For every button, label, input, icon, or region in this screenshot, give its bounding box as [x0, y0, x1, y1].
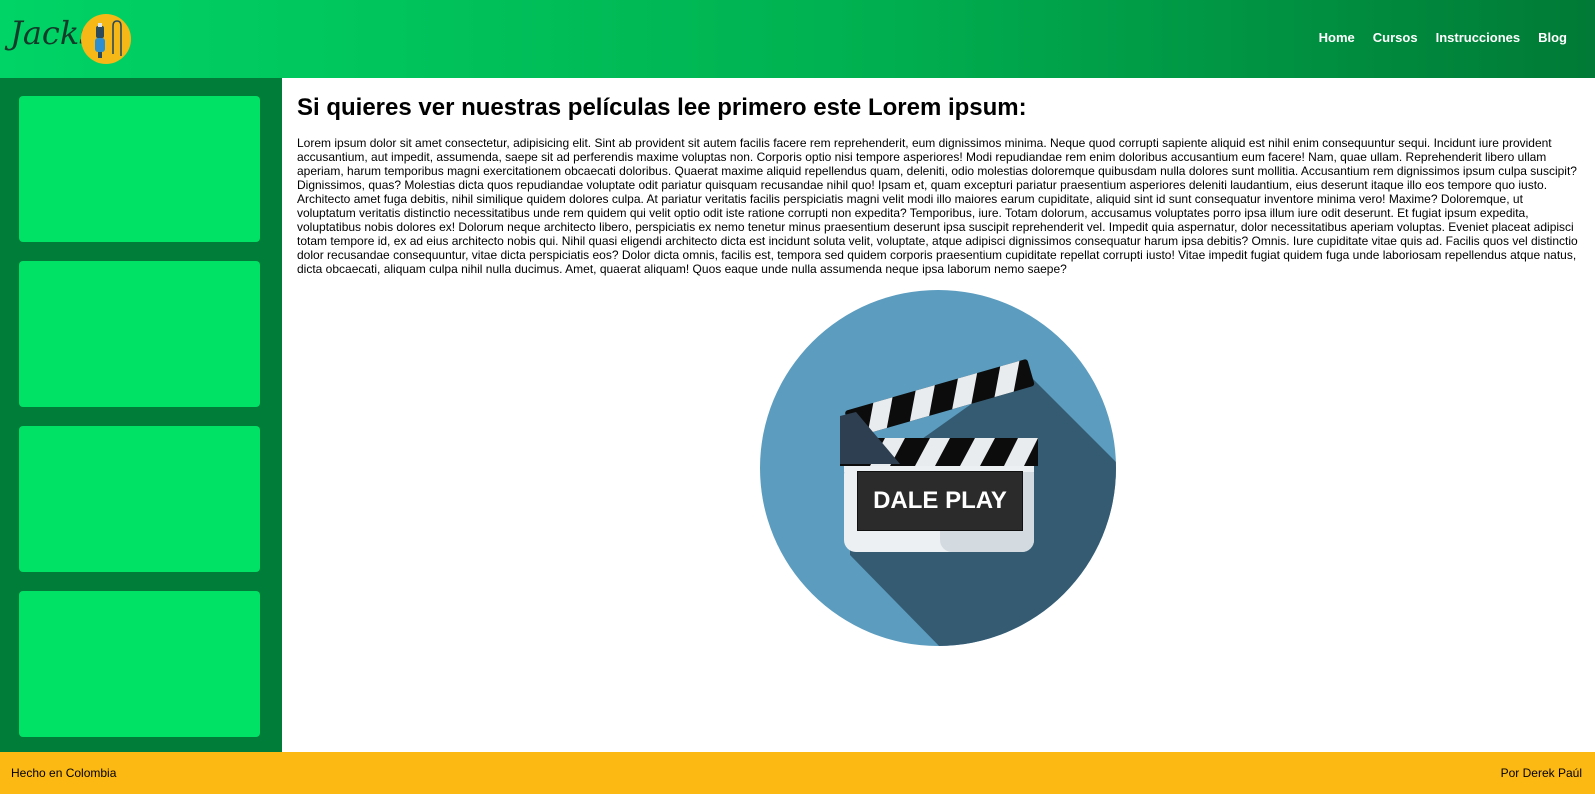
site-footer: Hecho en Colombia Por Derek Paúl — [0, 752, 1595, 794]
sidebar-card[interactable] — [19, 591, 260, 737]
site-header: Jacks Home Cursos Instrucciones Blog — [0, 0, 1595, 78]
footer-author: Por Derek Paúl — [1500, 766, 1582, 780]
nav-blog[interactable]: Blog — [1538, 30, 1567, 45]
footer-made-in: Hecho en Colombia — [11, 766, 117, 780]
nav-home[interactable]: Home — [1319, 30, 1355, 45]
guitar-cable-icon[interactable] — [81, 14, 131, 64]
main-nav: Home Cursos Instrucciones Blog — [1319, 30, 1567, 45]
play-button[interactable]: DALE PLAY — [760, 290, 1116, 646]
nav-cursos[interactable]: Cursos — [1373, 30, 1418, 45]
sidebar-card[interactable] — [19, 426, 260, 572]
main-content: Si quieres ver nuestras películas lee pr… — [297, 78, 1581, 276]
clapperboard-icon — [760, 290, 1116, 646]
page-title: Si quieres ver nuestras películas lee pr… — [297, 94, 1027, 121]
sidebar-card[interactable] — [19, 261, 260, 407]
sidebar-card[interactable] — [19, 96, 260, 242]
sidebar — [0, 78, 282, 752]
intro-paragraph: Lorem ipsum dolor sit amet consectetur, … — [297, 136, 1578, 276]
nav-instrucciones[interactable]: Instrucciones — [1436, 30, 1521, 45]
play-label[interactable]: DALE PLAY — [857, 471, 1023, 531]
